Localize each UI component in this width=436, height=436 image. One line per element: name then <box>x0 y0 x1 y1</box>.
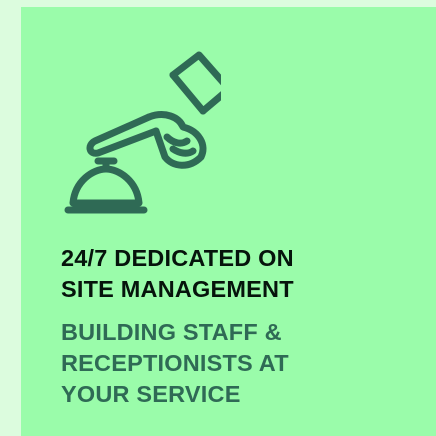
feature-card: 24/7 DEDICATED ON SITE MANAGEMENT BUILDI… <box>21 7 436 436</box>
headline-line-2: SITE MANAGEMENT <box>61 276 294 302</box>
description-line-1: BUILDING STAFF & <box>61 319 282 345</box>
hand-pressing-service-bell-icon <box>64 51 221 214</box>
description-line-2: RECEPTIONISTS AT <box>61 350 289 376</box>
feature-description: BUILDING STAFF & RECEPTIONISTS AT YOUR S… <box>61 317 421 410</box>
feature-headline: 24/7 DEDICATED ON SITE MANAGEMENT <box>61 243 421 305</box>
description-line-3: YOUR SERVICE <box>61 381 241 407</box>
headline-line-1: 24/7 DEDICATED ON <box>61 245 294 271</box>
